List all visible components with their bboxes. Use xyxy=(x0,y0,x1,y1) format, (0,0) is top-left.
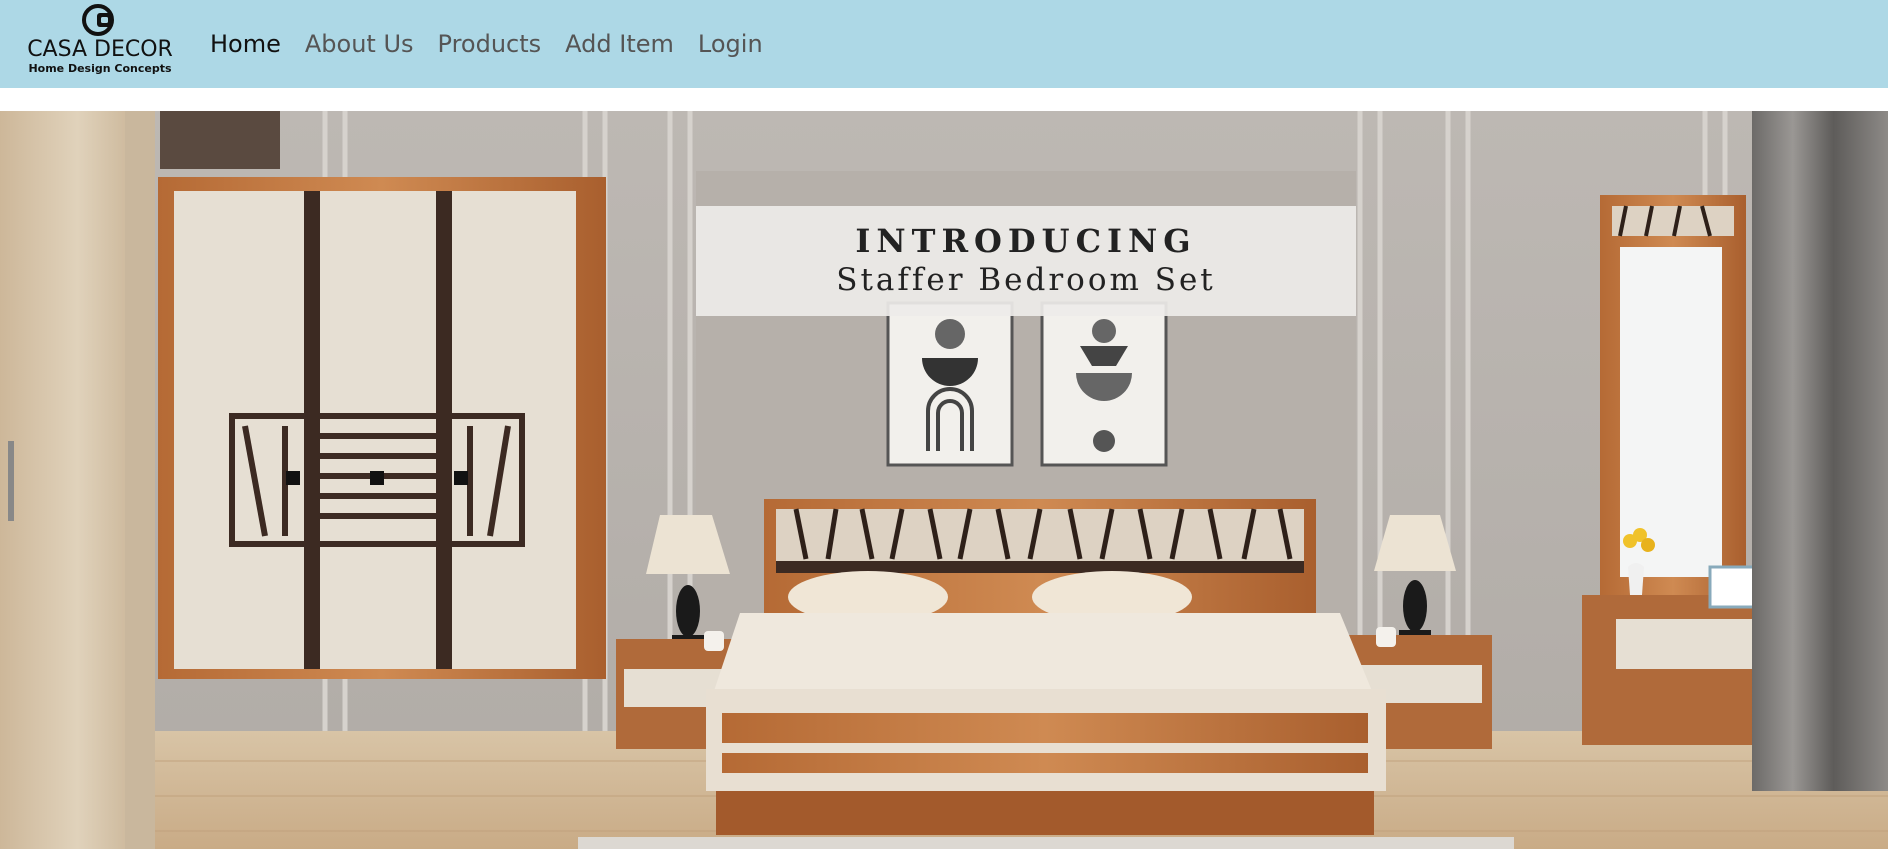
nav-link-add-item[interactable]: Add Item xyxy=(565,30,674,58)
nav-link-about-us[interactable]: About Us xyxy=(305,30,414,58)
hero-headline-box: INTRODUCING Staffer Bedroom Set xyxy=(696,206,1356,316)
hero-subheadline: Staffer Bedroom Set xyxy=(836,262,1216,298)
top-navbar: CASA DECOR Home Design Concepts Home Abo… xyxy=(0,0,1888,88)
hero-banner: INTRODUCING Staffer Bedroom Set xyxy=(0,111,1888,849)
nav-link-login[interactable]: Login xyxy=(698,30,763,58)
brand-tagline: Home Design Concepts xyxy=(28,62,172,75)
brand-logo-link[interactable]: CASA DECOR Home Design Concepts xyxy=(27,4,173,84)
casa-decor-logo-icon xyxy=(82,4,114,36)
main-nav: Home About Us Products Add Item Login xyxy=(210,0,787,88)
hero-headline: INTRODUCING xyxy=(855,222,1197,260)
nav-link-products[interactable]: Products xyxy=(438,30,542,58)
nav-link-home[interactable]: Home xyxy=(210,30,281,58)
brand-name: CASA DECOR xyxy=(27,37,173,62)
